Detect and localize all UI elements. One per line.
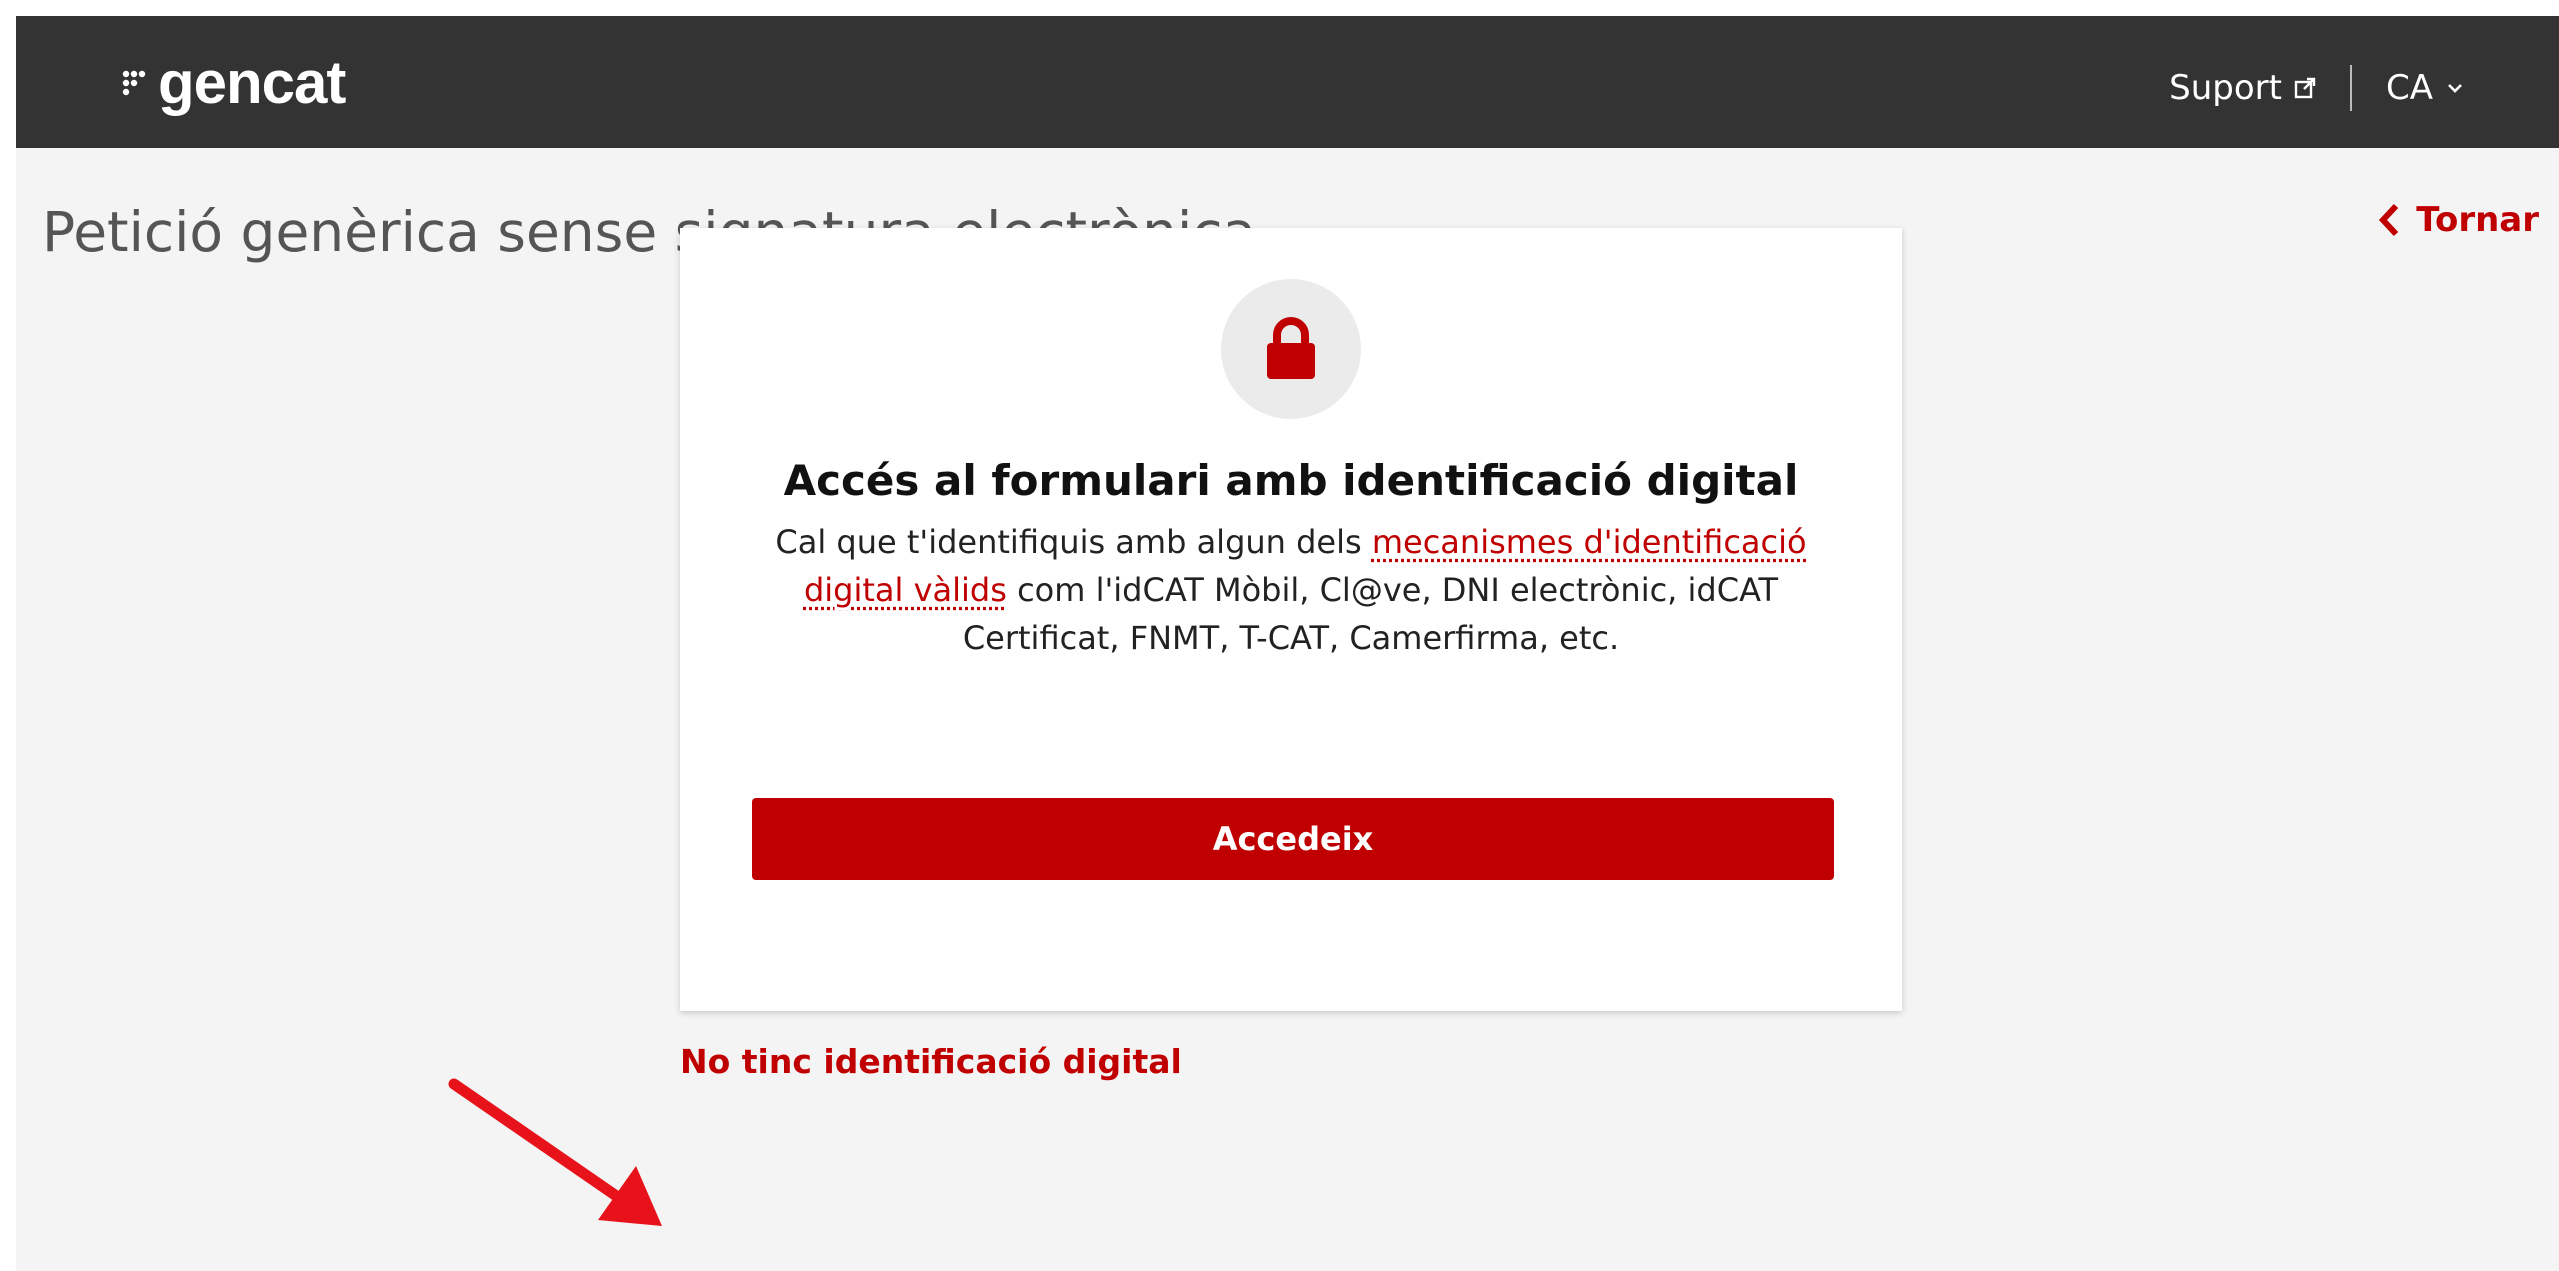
back-label: Tornar [2416,200,2539,240]
page: gencat Suport CA Petició genèrica sense … [0,0,2559,1271]
card-description: Cal que t'identifiquis amb algun dels me… [760,518,1822,662]
back-link[interactable]: Tornar [2378,200,2539,240]
annotation-arrow-icon [448,1078,662,1226]
access-button[interactable]: Accedeix [752,798,1834,880]
no-digital-id-link[interactable]: No tinc identificació digital [680,1042,1182,1081]
card-title: Accés al formulari amb identificació dig… [783,456,1799,505]
main-content: Petició genèrica sense signatura electrò… [16,148,2559,1271]
language-label: CA [2386,68,2433,108]
gencat-logo-icon [122,70,146,96]
header-actions: Suport CA [2169,65,2463,111]
support-link[interactable]: Suport [2169,68,2316,108]
chevron-down-icon [2448,84,2462,93]
lock-icon [1267,317,1315,379]
top-strip [0,0,2559,16]
logo-text: gencat [158,49,346,116]
site-header: gencat Suport CA [16,16,2559,148]
access-card: Accés al formulari amb identificació dig… [680,228,1902,1011]
header-divider [2350,65,2352,111]
chevron-left-icon [2379,203,2399,237]
lock-badge [1221,279,1361,419]
external-link-icon [2294,77,2316,99]
description-text-start: Cal que t'identifiquis amb algun dels [775,523,1372,561]
gencat-logo[interactable]: gencat [122,48,346,118]
left-strip [0,0,16,1271]
description-text-end: com l'idCAT Mòbil, Cl@ve, DNI electrònic… [962,571,1779,657]
language-selector[interactable]: CA [2386,68,2463,108]
support-label: Suport [2169,68,2282,108]
